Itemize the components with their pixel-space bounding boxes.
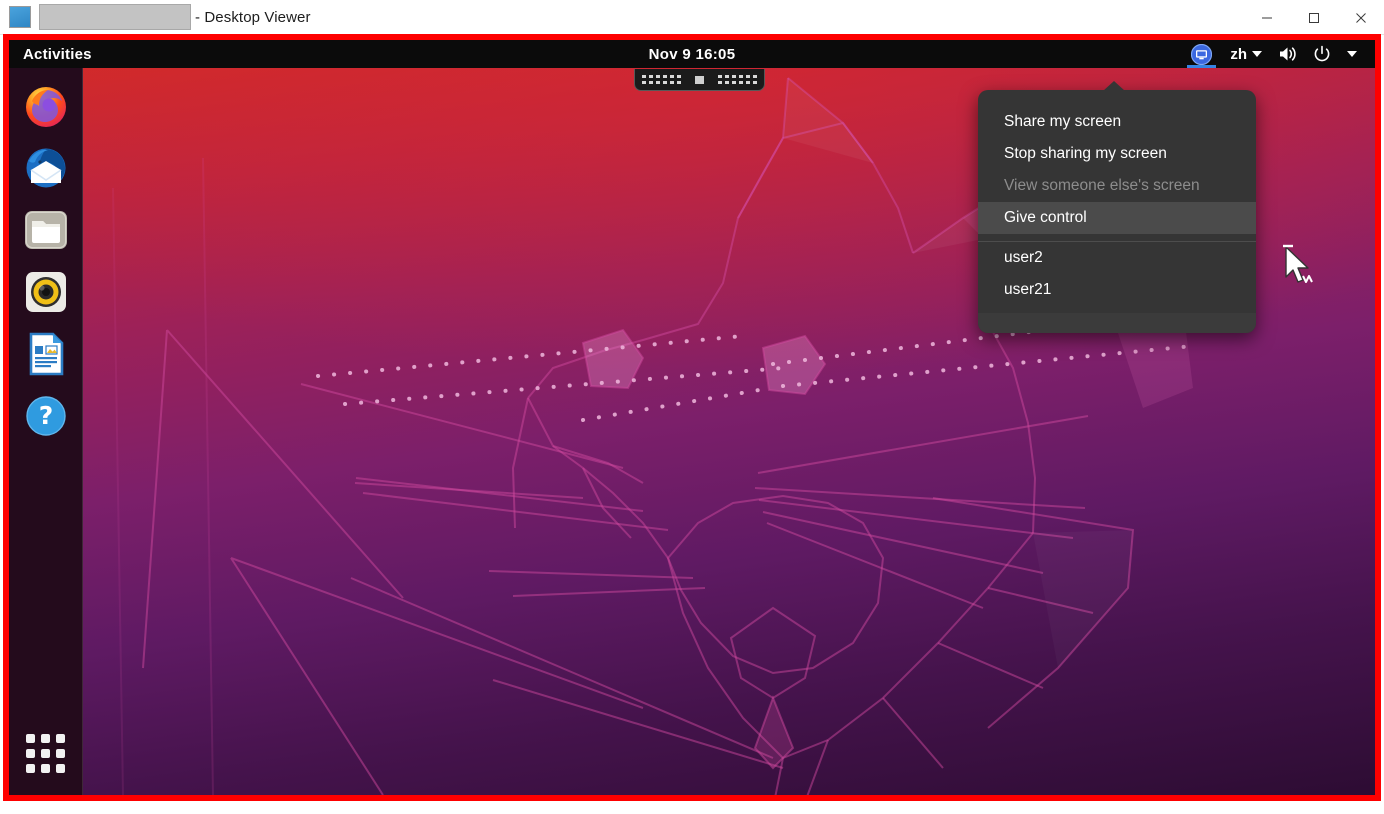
ubuntu-dock: ? [9, 68, 83, 795]
chevron-down-icon [1252, 51, 1262, 57]
menu-pointer-arrow [1103, 81, 1125, 91]
thunderbird-icon [26, 148, 65, 188]
help-question-icon: ? [25, 396, 66, 436]
redacted-title-block [39, 4, 191, 30]
maximize-icon [1308, 12, 1319, 23]
close-icon [1355, 12, 1366, 23]
menu-item-user2[interactable]: user2 [978, 242, 1256, 274]
volume-icon [1280, 47, 1296, 61]
drag-grip-icon-left[interactable] [642, 75, 681, 84]
rhythmbox-icon [25, 272, 66, 312]
panel-clock[interactable]: Nov 9 16:05 [9, 40, 1375, 68]
close-button[interactable] [1337, 0, 1384, 35]
drag-grip-icon-right[interactable] [718, 75, 757, 84]
power-icon [1314, 45, 1330, 62]
dock-item-thunderbird[interactable] [22, 144, 70, 192]
files-folder-icon [24, 211, 67, 249]
libreoffice-writer-icon [29, 332, 63, 376]
screen-share-icon [1191, 43, 1213, 65]
chevron-down-icon [1347, 51, 1357, 57]
input-method-button[interactable]: zh [1222, 40, 1270, 68]
maximize-button[interactable] [1290, 0, 1337, 35]
dock-item-rhythmbox[interactable] [22, 268, 70, 316]
dock-item-files[interactable] [22, 206, 70, 254]
svg-text:?: ? [38, 401, 53, 430]
menu-item-user21[interactable]: user21 [978, 274, 1256, 306]
dock-item-help[interactable]: ? [22, 392, 70, 440]
dock-item-libreoffice-writer[interactable] [22, 330, 70, 378]
gnome-top-panel: Activities Nov 9 16:05 zh [9, 40, 1375, 68]
panel-status-area: zh [1181, 40, 1365, 68]
window-titlebar[interactable]: - Desktop Viewer [0, 0, 1384, 35]
active-indicator-underline [1187, 65, 1217, 68]
menu-footer [978, 313, 1256, 333]
menu-item-view-someone-elses-screen: View someone else's screen [1004, 177, 1200, 194]
remote-desktop-view[interactable]: Activities Nov 9 16:05 zh ? Share my scr… [9, 40, 1375, 795]
dock-item-firefox[interactable] [22, 82, 70, 130]
apps-grid-icon [26, 733, 65, 773]
app-square-icon [9, 6, 31, 28]
system-menu-button[interactable] [1339, 40, 1365, 68]
show-applications-button[interactable] [22, 729, 70, 777]
menu-item-share-my-screen[interactable]: Share my screen [978, 106, 1256, 138]
window-controls [1243, 0, 1384, 35]
screen-share-dropdown-menu: Share my screen Stop sharing my screen V… [978, 81, 1256, 333]
power-button[interactable] [1305, 40, 1339, 68]
menu-item-give-control[interactable]: Give control [978, 202, 1256, 234]
remote-screen-frame: Activities Nov 9 16:05 zh ? Share my scr… [3, 34, 1381, 801]
window-title: - Desktop Viewer [195, 8, 311, 26]
minimize-button[interactable] [1243, 0, 1290, 35]
screen-share-indicator-button[interactable] [1181, 40, 1222, 68]
minimize-icon [1261, 17, 1272, 18]
firefox-icon [25, 87, 66, 127]
desktop-viewer-window: - Desktop Viewer Activities Nov 9 16:05 … [0, 0, 1384, 814]
input-method-label: zh [1230, 45, 1247, 63]
remmina-floating-grip[interactable] [634, 69, 765, 91]
menu-item-stop-sharing-my-screen[interactable]: Stop sharing my screen [978, 138, 1256, 170]
volume-button[interactable] [1270, 40, 1305, 68]
toolbar-toggle-button[interactable] [695, 75, 704, 84]
activities-button[interactable]: Activities [16, 43, 99, 66]
